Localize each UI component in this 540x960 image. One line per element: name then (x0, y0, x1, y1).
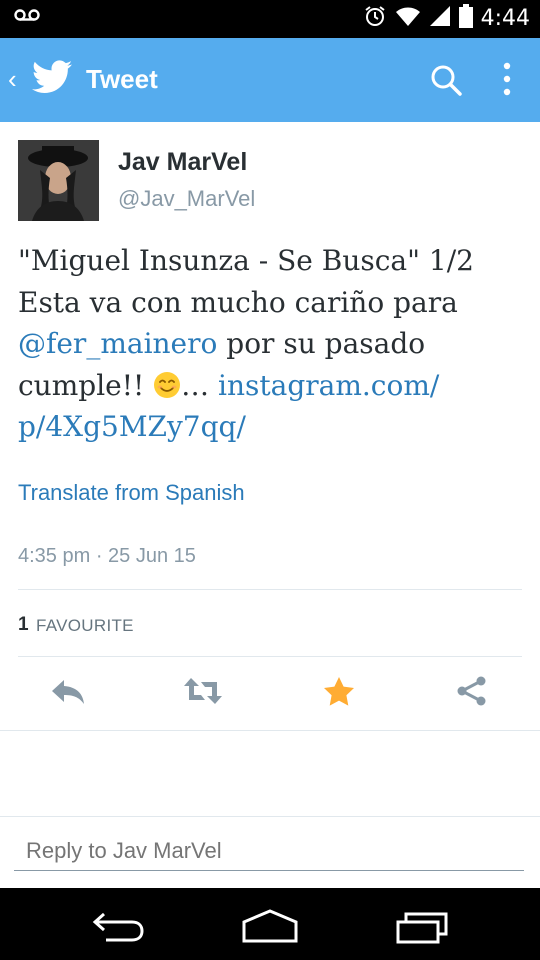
search-icon[interactable] (430, 64, 462, 101)
instagram-link[interactable]: instagram.com/ (218, 369, 439, 402)
voicemail-icon (14, 8, 40, 27)
back-chevron-icon[interactable]: ‹ (8, 66, 17, 92)
reply-input[interactable] (14, 831, 524, 871)
tweet-text: "Miguel Insunza - Se Busca" 1/2 Esta va … (18, 240, 518, 448)
status-bar: 4:44 (0, 0, 540, 38)
home-nav-icon[interactable] (240, 908, 300, 949)
reply-bar (0, 816, 540, 889)
smiling-face-emoji-icon (153, 369, 181, 398)
signal-icon (429, 5, 451, 32)
tweet-text-line: Esta va con mucho cariño para (18, 285, 458, 319)
tweet-text-line: p/4Xg5MZy7qq/ (18, 406, 518, 448)
author-handle[interactable]: @Jav_MarVel (118, 186, 255, 212)
author-name[interactable]: Jav MarVel (118, 148, 247, 177)
overflow-menu-icon[interactable] (503, 62, 511, 101)
page-title: Tweet (86, 64, 158, 94)
clock: 4:44 (480, 6, 530, 31)
share-icon[interactable] (456, 676, 488, 711)
tweet-timestamp: 4:35 pm · 25 Jun 15 (18, 545, 196, 567)
recents-nav-icon[interactable] (392, 908, 450, 949)
ellipsis: … (181, 368, 210, 402)
back-nav-icon[interactable] (92, 908, 148, 949)
instagram-link-continued[interactable]: p/4Xg5MZy7qq/ (18, 410, 246, 443)
wifi-icon (395, 5, 421, 32)
tweet-text-line: cumple!! … instagram.com/ (18, 365, 518, 407)
tweet-actions (0, 668, 540, 720)
battery-icon (458, 4, 473, 33)
tweet-text-fragment: por su pasado (217, 327, 426, 360)
reply-icon[interactable] (50, 676, 86, 711)
avatar[interactable] (18, 140, 99, 221)
divider (0, 730, 540, 731)
alarm-icon (363, 4, 387, 33)
tweet-text-line: "Miguel Insunza - Se Busca" 1/2 (18, 244, 474, 277)
tweet-text-fragment: cumple!! (18, 368, 154, 402)
favourite-label[interactable]: FAVOURITE (36, 616, 134, 636)
navigation-bar (0, 888, 540, 960)
retweet-icon[interactable] (183, 676, 223, 711)
divider (18, 589, 522, 590)
divider (18, 656, 522, 657)
favourite-count[interactable]: 1 (18, 614, 29, 636)
tweet-text-line: @fer_mainero por su pasado (18, 323, 518, 365)
action-bar: ‹ Tweet (0, 38, 540, 122)
favourite-star-icon[interactable] (323, 676, 355, 711)
translate-link[interactable]: Translate from Spanish (18, 480, 245, 506)
mention-link[interactable]: @fer_mainero (18, 327, 217, 360)
twitter-bird-icon[interactable] (32, 60, 72, 99)
